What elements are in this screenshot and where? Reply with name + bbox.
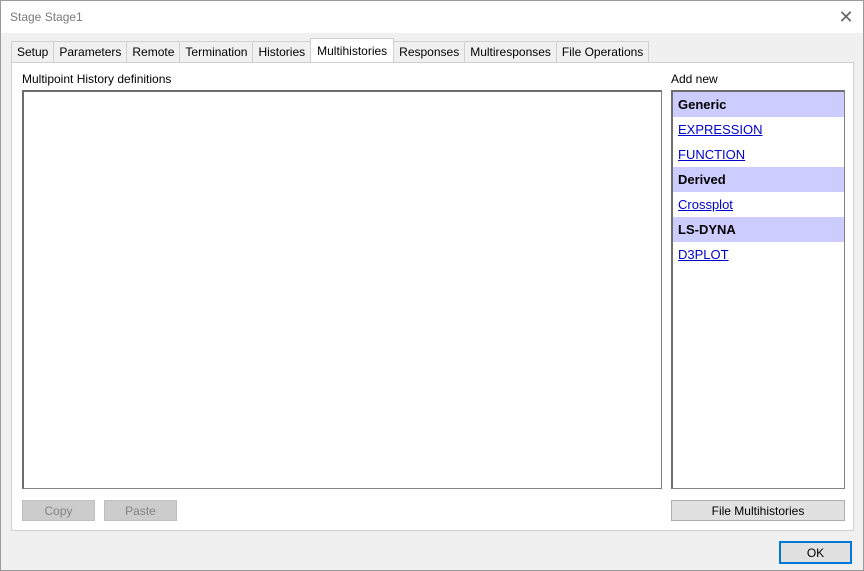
window-title: Stage Stage1 — [10, 10, 83, 24]
tab-histories[interactable]: Histories — [252, 41, 312, 62]
group-header-generic: Generic — [673, 92, 844, 117]
group-header-ls-dyna: LS-DYNA — [673, 217, 844, 242]
tab-responses[interactable]: Responses — [393, 41, 466, 62]
tab-file-operations[interactable]: File Operations — [555, 41, 650, 62]
file-multihistories-button[interactable]: File Multihistories — [671, 500, 845, 521]
definitions-label: Multipoint History definitions — [22, 72, 172, 86]
add-new-panel: Generic EXPRESSION FUNCTION Derived Cros… — [671, 90, 845, 489]
add-new-label: Add new — [671, 72, 718, 86]
link-crossplot[interactable]: Crossplot — [678, 197, 733, 212]
stage-dialog: Stage Stage1 ✕ Setup Parameters Remote T… — [0, 0, 864, 571]
ok-button[interactable]: OK — [779, 541, 852, 564]
link-d3plot[interactable]: D3PLOT — [678, 247, 729, 262]
link-expression[interactable]: EXPRESSION — [678, 122, 763, 137]
tab-parameters[interactable]: Parameters — [53, 41, 128, 62]
tab-multihistories[interactable]: Multihistories — [310, 38, 395, 62]
close-icon: ✕ — [838, 6, 854, 27]
group-header-derived: Derived — [673, 167, 844, 192]
title-bar: Stage Stage1 ✕ — [1, 1, 863, 33]
multihistories-panel: Multipoint History definitions Add new G… — [11, 62, 854, 531]
paste-button[interactable]: Paste — [104, 500, 177, 521]
close-button[interactable]: ✕ — [829, 1, 863, 33]
tab-termination[interactable]: Termination — [179, 41, 254, 62]
tab-remote[interactable]: Remote — [126, 41, 181, 62]
link-function[interactable]: FUNCTION — [678, 147, 745, 162]
multipoint-history-list[interactable] — [22, 90, 662, 489]
tab-setup[interactable]: Setup — [11, 41, 55, 62]
copy-button[interactable]: Copy — [22, 500, 95, 521]
tab-strip: Setup Parameters Remote Termination Hist… — [11, 38, 650, 62]
tab-multiresponses[interactable]: Multiresponses — [464, 41, 557, 62]
